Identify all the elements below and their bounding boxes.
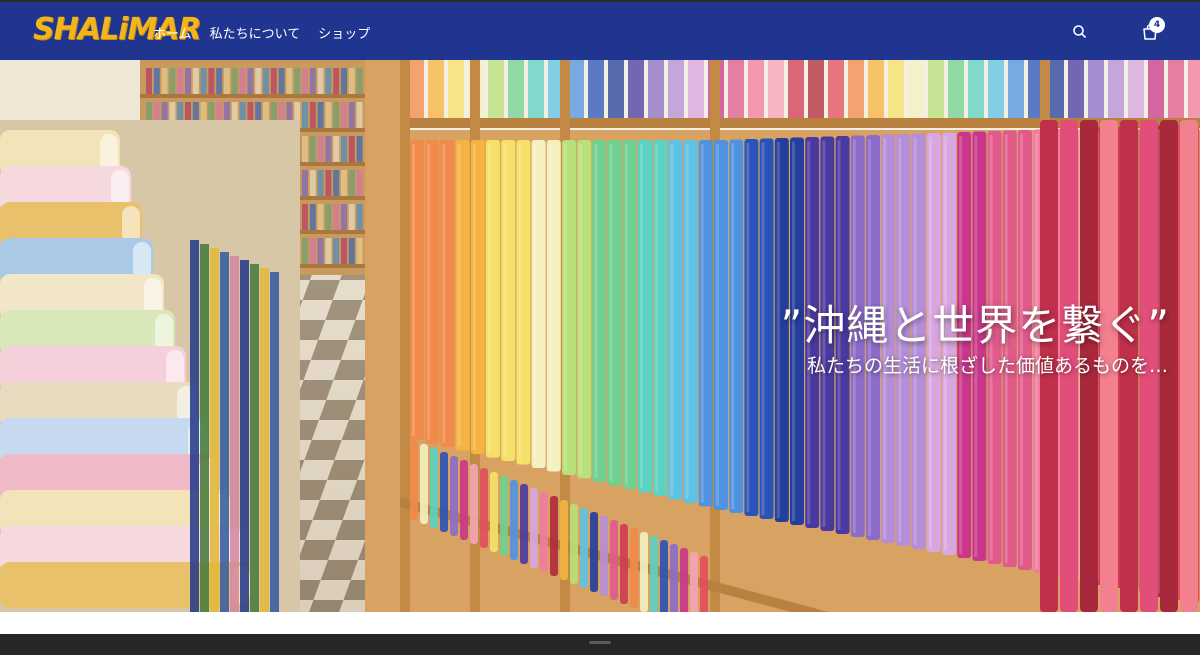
hero-banner: ”沖縄と世界を繋ぐ” 私たちの生活に根ざした価値あるものを…: [0, 60, 1200, 612]
nav-item-shop[interactable]: ショップ: [318, 23, 370, 42]
main-nav: ホーム 私たちについて ショップ: [153, 23, 370, 42]
nav-item-home[interactable]: ホーム: [153, 23, 192, 42]
search-icon[interactable]: [1070, 22, 1090, 42]
hero-title: ”沖縄と世界を繋ぐ”: [780, 301, 1170, 350]
site-header: SHALiMAR ホーム 私たちについて ショップ 4: [0, 0, 1200, 60]
hero-subtitle: 私たちの生活に根ざした価値あるものを…: [806, 355, 1168, 377]
drawer-handle[interactable]: [589, 641, 611, 644]
section-gap: [0, 612, 1200, 634]
nav-item-about[interactable]: 私たちについて: [210, 23, 301, 42]
footer-bar: [0, 634, 1200, 655]
cart-count-badge: 4: [1149, 17, 1165, 33]
